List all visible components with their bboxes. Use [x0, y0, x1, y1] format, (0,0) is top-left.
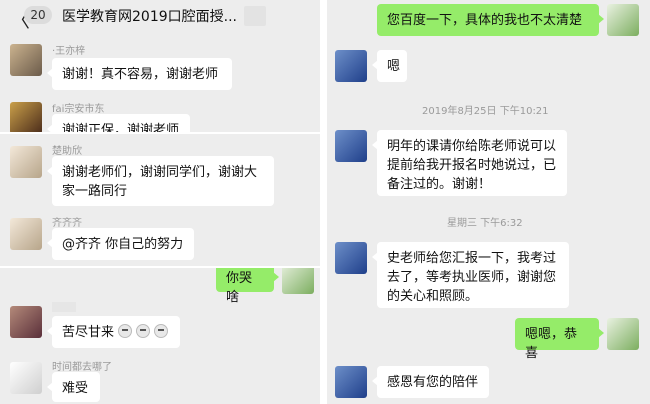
- message-bubble[interactable]: 感恩有您的陪伴: [372, 366, 489, 398]
- message-bubble[interactable]: 谢谢老师们，谢谢同学们，谢谢大家一路同行: [47, 156, 274, 206]
- avatar[interactable]: [10, 146, 42, 178]
- my-message-bubble[interactable]: 你哭啥: [216, 268, 279, 305]
- message-bubble[interactable]: @齐齐 你自己的努力: [47, 228, 194, 260]
- my-avatar[interactable]: [282, 268, 314, 294]
- avatar[interactable]: [10, 362, 42, 394]
- emoji-icon: [136, 324, 151, 338]
- chat-panel-3: 你哭啥 苦尽甘来 时间都去哪了 难受: [0, 268, 320, 404]
- avatar[interactable]: [10, 218, 42, 250]
- message-text: 苦尽甘来: [62, 325, 115, 340]
- my-avatar[interactable]: [607, 4, 639, 36]
- my-avatar[interactable]: [607, 318, 639, 350]
- emoji-icon: [154, 324, 169, 338]
- sender-name: 齐齐齐: [52, 218, 82, 229]
- message-bubble[interactable]: 难受: [47, 372, 100, 402]
- chat-title: 医学教育网2019口腔面授...: [62, 9, 237, 25]
- emoji-icon: [118, 324, 133, 338]
- chat-panel-4: 您百度一下，具体的我也不太清楚 嗯 2019年8月25日 下午10:21 明年的…: [327, 0, 650, 404]
- sender-name: 时间都去哪了: [52, 362, 112, 373]
- avatar[interactable]: [10, 306, 42, 338]
- message-bubble[interactable]: 明年的课请你给陈老师说可以提前给我开报名时她说过，已备注过的。谢谢！: [372, 130, 567, 196]
- blurred-region: [244, 6, 266, 26]
- sender-name: 楚助欣: [52, 146, 82, 157]
- chat-header: 〈 20 医学教育网2019口腔面授...: [0, 0, 320, 32]
- my-message-bubble[interactable]: 您百度一下，具体的我也不太清楚: [377, 4, 604, 36]
- chat-panel-2: 楚助欣 谢谢老师们，谢谢同学们，谢谢大家一路同行 齐齐齐 @齐齐 你自己的努力: [0, 134, 320, 266]
- message-bubble[interactable]: 谢谢！真不容易，谢谢老师: [47, 58, 232, 90]
- blurred-name: [52, 302, 76, 312]
- unread-count-badge[interactable]: 20: [24, 6, 52, 24]
- chat-panel-1: 〈 20 医学教育网2019口腔面授... ·王亦梓 谢谢！真不容易，谢谢老师 …: [0, 0, 320, 132]
- message-bubble[interactable]: 苦尽甘来: [47, 316, 180, 348]
- message-bubble[interactable]: 史老师给您汇报一下，我考过去了，等考执业医师，谢谢您的关心和照顾。: [372, 242, 569, 308]
- sender-name: fai宗安市东: [52, 104, 105, 115]
- sender-name: ·王亦梓: [52, 46, 86, 57]
- message-bubble[interactable]: 谢谢正保，谢谢老师: [47, 114, 190, 132]
- timestamp: 2019年8月25日 下午10:21: [422, 106, 549, 117]
- avatar[interactable]: [10, 102, 42, 132]
- teacher-avatar[interactable]: [335, 50, 367, 82]
- teacher-avatar[interactable]: [335, 242, 367, 274]
- message-bubble[interactable]: 嗯: [372, 50, 407, 82]
- teacher-avatar[interactable]: [335, 130, 367, 162]
- teacher-avatar[interactable]: [335, 366, 367, 398]
- my-message-bubble[interactable]: 嗯嗯，恭喜: [515, 318, 604, 361]
- avatar[interactable]: [10, 44, 42, 76]
- timestamp: 星期三 下午6:32: [447, 218, 523, 229]
